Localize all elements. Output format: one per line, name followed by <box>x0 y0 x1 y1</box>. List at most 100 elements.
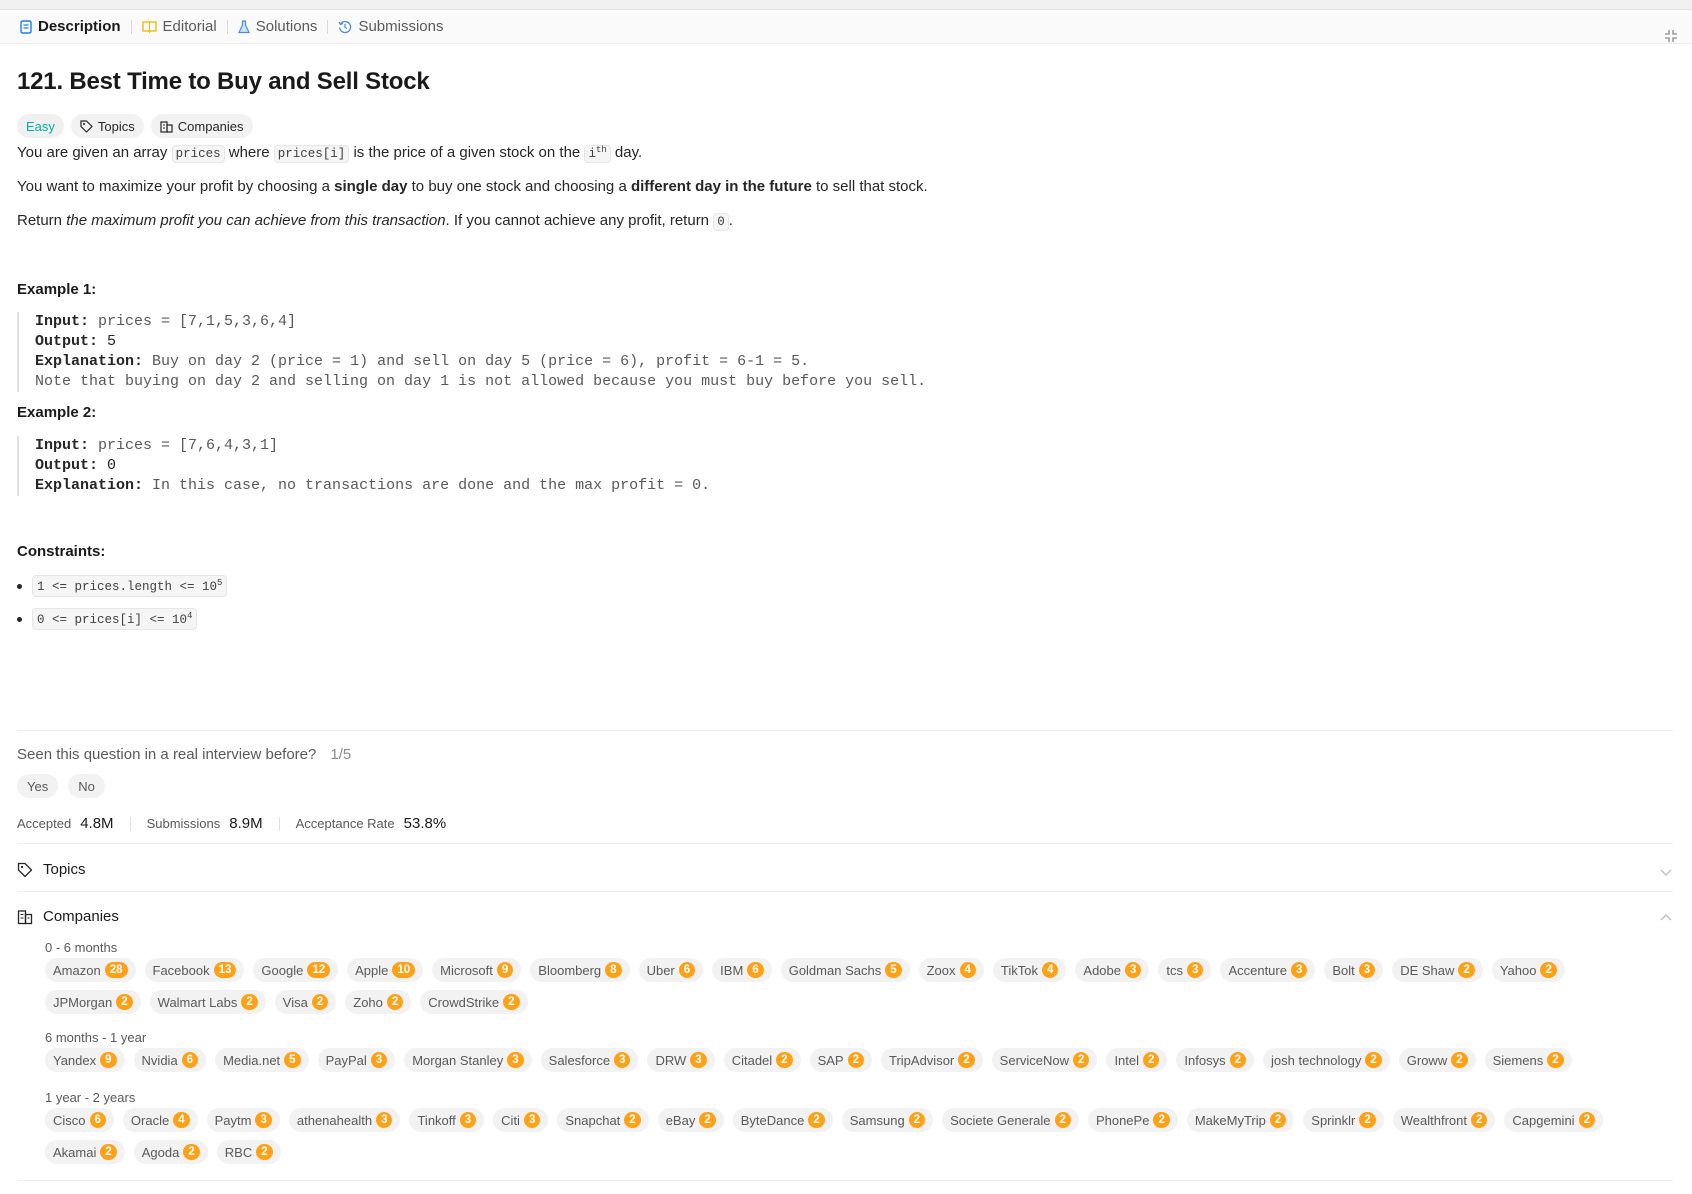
company-chip[interactable]: Yandex 9 <box>45 1048 125 1072</box>
company-chip[interactable]: Salesforce 3 <box>540 1048 639 1072</box>
tab-submissions[interactable]: Submissions <box>332 10 449 44</box>
company-chip[interactable]: Samsung 2 <box>841 1108 934 1132</box>
company-chip[interactable]: Siemens 2 <box>1484 1048 1572 1072</box>
company-chip[interactable]: Amazon 28 <box>45 958 136 982</box>
company-name: SAP <box>817 1052 844 1068</box>
no-button[interactable]: No <box>68 774 105 798</box>
company-chip[interactable]: Citi 3 <box>493 1108 549 1132</box>
company-name: Uber <box>646 962 675 978</box>
company-chip[interactable]: Yahoo 2 <box>1491 958 1565 982</box>
company-name: Walmart Labs <box>157 994 238 1010</box>
tab-separator <box>130 19 132 34</box>
company-count-badge: 2 <box>1143 1052 1160 1068</box>
companies-tag-label: Companies <box>177 118 244 134</box>
company-name: Siemens <box>1492 1052 1544 1068</box>
divider <box>17 843 1673 844</box>
description-icon <box>20 19 32 34</box>
company-count-badge: 2 <box>1547 1052 1564 1068</box>
company-chip[interactable]: ByteDance 2 <box>732 1108 833 1132</box>
company-chip[interactable]: Societe Generale 2 <box>942 1108 1079 1132</box>
company-chip[interactable]: Zoho 2 <box>345 990 412 1014</box>
company-count-badge: 2 <box>1540 962 1557 978</box>
company-chip[interactable]: Visa 2 <box>274 990 337 1014</box>
chevron-down-icon[interactable] <box>1659 865 1673 879</box>
company-chip[interactable]: PhonePe 2 <box>1087 1108 1178 1132</box>
company-chip[interactable]: ServiceNow 2 <box>991 1048 1098 1072</box>
company-count-badge: 2 <box>958 1052 975 1068</box>
company-chip[interactable]: Oracle 4 <box>122 1108 198 1132</box>
company-chip[interactable]: Goldman Sachs 5 <box>780 958 910 982</box>
company-chip[interactable]: tcs 3 <box>1158 958 1212 982</box>
accepted-value: 4.8M <box>80 815 114 832</box>
company-chip[interactable]: Zoox 4 <box>918 958 984 982</box>
company-count-badge: 3 <box>1290 962 1308 978</box>
company-chip[interactable]: eBay 2 <box>657 1108 724 1132</box>
history-icon <box>338 20 352 33</box>
company-chip[interactable]: josh technology 2 <box>1263 1048 1390 1072</box>
company-chip[interactable]: Walmart Labs 2 <box>149 990 266 1014</box>
company-chip[interactable]: Infosys 2 <box>1176 1048 1255 1072</box>
company-chip[interactable]: Microsoft 9 <box>432 958 522 982</box>
companies-section-toggle[interactable]: Companies <box>17 908 119 925</box>
company-chip[interactable]: Bloomberg 8 <box>530 958 630 982</box>
topics-section-toggle[interactable]: Topics <box>17 861 86 878</box>
company-chip[interactable]: Nvidia 6 <box>133 1048 207 1072</box>
company-count-badge: 2 <box>311 994 329 1010</box>
company-name: ServiceNow <box>999 1052 1070 1068</box>
company-chip[interactable]: RBC 2 <box>216 1140 281 1164</box>
company-chip[interactable]: TikTok 4 <box>992 958 1067 982</box>
company-count-badge: 2 <box>241 994 258 1010</box>
tab-editorial[interactable]: Editorial <box>136 10 223 44</box>
company-chip[interactable]: Tinkoff 3 <box>409 1108 485 1132</box>
company-chip[interactable]: Morgan Stanley 3 <box>404 1048 532 1072</box>
company-name: Yandex <box>53 1052 97 1068</box>
company-name: Citadel <box>731 1052 773 1068</box>
company-chip[interactable]: Snapchat 2 <box>557 1108 649 1132</box>
company-chip[interactable]: Adobe 3 <box>1075 958 1150 982</box>
company-chip[interactable]: Apple 10 <box>347 958 424 982</box>
company-chip[interactable]: CrowdStrike 2 <box>420 990 528 1014</box>
company-chip[interactable]: Akamai 2 <box>45 1140 125 1164</box>
company-chip[interactable]: Google 12 <box>253 958 339 982</box>
yes-button[interactable]: Yes <box>17 774 59 798</box>
chevron-up-icon[interactable] <box>1659 911 1673 925</box>
company-chip[interactable]: DRW 3 <box>647 1048 715 1072</box>
collapse-panel-icon[interactable] <box>1664 29 1678 43</box>
company-chip[interactable]: PayPal 3 <box>317 1048 396 1072</box>
tab-description[interactable]: Description <box>14 10 127 44</box>
company-chip[interactable]: Groww 2 <box>1398 1048 1476 1072</box>
company-chip[interactable]: Cisco 6 <box>45 1108 114 1132</box>
company-chip[interactable]: Uber 6 <box>638 958 704 982</box>
statement-paragraph-3: Return the maximum profit you can achiev… <box>17 212 733 231</box>
company-chip[interactable]: DE Shaw 2 <box>1392 958 1483 982</box>
company-chip[interactable]: TripAdvisor 2 <box>881 1048 983 1072</box>
company-chip[interactable]: athenahealth 3 <box>288 1108 401 1132</box>
company-chip[interactable]: Capgemini 2 <box>1504 1108 1603 1132</box>
company-chip[interactable]: Wealthfront 2 <box>1392 1108 1496 1132</box>
company-count-badge: 2 <box>699 1112 716 1128</box>
company-chip[interactable]: Paytm 3 <box>206 1108 280 1132</box>
tab-solutions[interactable]: Solutions <box>232 10 324 44</box>
company-chip[interactable]: JPMorgan 2 <box>45 990 141 1014</box>
company-name: Accenture <box>1228 962 1287 978</box>
company-chip[interactable]: Agoda 2 <box>133 1140 208 1164</box>
company-chip[interactable]: Intel 2 <box>1106 1048 1168 1072</box>
divider <box>17 891 1673 892</box>
company-chip[interactable]: IBM 6 <box>712 958 772 982</box>
company-chip[interactable]: Sprinklr 2 <box>1303 1108 1384 1132</box>
company-chip[interactable]: Bolt 3 <box>1324 958 1384 982</box>
company-chip[interactable]: Media.net 5 <box>215 1048 309 1072</box>
tab-bar: Description Editorial Solutions Submissi… <box>0 10 1692 44</box>
company-chip[interactable]: MakeMyTrip 2 <box>1186 1108 1295 1132</box>
company-count-badge: 2 <box>808 1112 825 1128</box>
companies-tag-button[interactable]: Companies <box>150 114 253 138</box>
example-1-block: Input: prices = [7,1,5,3,6,4] Output: 5 Ex… <box>17 312 926 392</box>
statement-paragraph-1: You are given an array prices where pric… <box>17 144 643 163</box>
company-chip[interactable]: Facebook 13 <box>144 958 245 982</box>
company-chip[interactable]: Citadel 2 <box>723 1048 801 1072</box>
company-name: Capgemini <box>1512 1112 1575 1128</box>
company-chip[interactable]: SAP 2 <box>809 1048 872 1072</box>
company-chip[interactable]: Accenture 3 <box>1220 958 1316 982</box>
topics-tag-button[interactable]: Topics <box>70 114 144 138</box>
company-period-label: 6 months - 1 year <box>45 1030 147 1045</box>
